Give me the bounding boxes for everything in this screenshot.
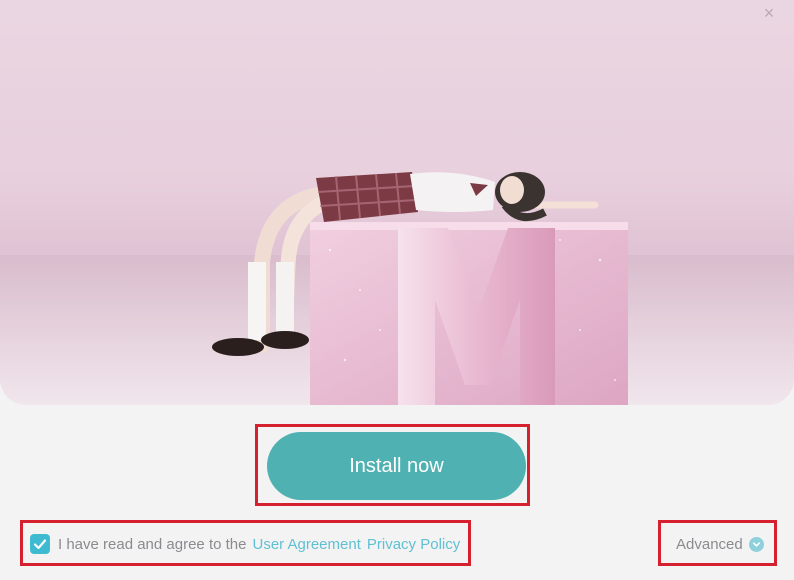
advanced-button[interactable]: Advanced (676, 533, 764, 555)
chevron-down-icon (748, 536, 764, 552)
hero-artwork (0, 172, 794, 405)
install-now-button[interactable]: Install now (267, 432, 526, 500)
agreement-row: I have read and agree to the User Agreem… (30, 532, 466, 556)
advanced-label: Advanced (676, 535, 743, 553)
agreement-text: I have read and agree to the (58, 535, 247, 553)
checkmark-icon (33, 539, 47, 550)
hero-image (0, 0, 794, 405)
close-icon: × (763, 3, 775, 23)
user-agreement-link[interactable]: User Agreement (252, 536, 360, 553)
privacy-policy-link[interactable]: Privacy Policy (367, 536, 460, 553)
agreement-checkbox[interactable] (30, 534, 50, 554)
close-button[interactable]: × (758, 2, 780, 24)
install-now-label: Install now (349, 454, 444, 477)
installer-window: × Install now I have read and agree to t… (0, 0, 794, 580)
